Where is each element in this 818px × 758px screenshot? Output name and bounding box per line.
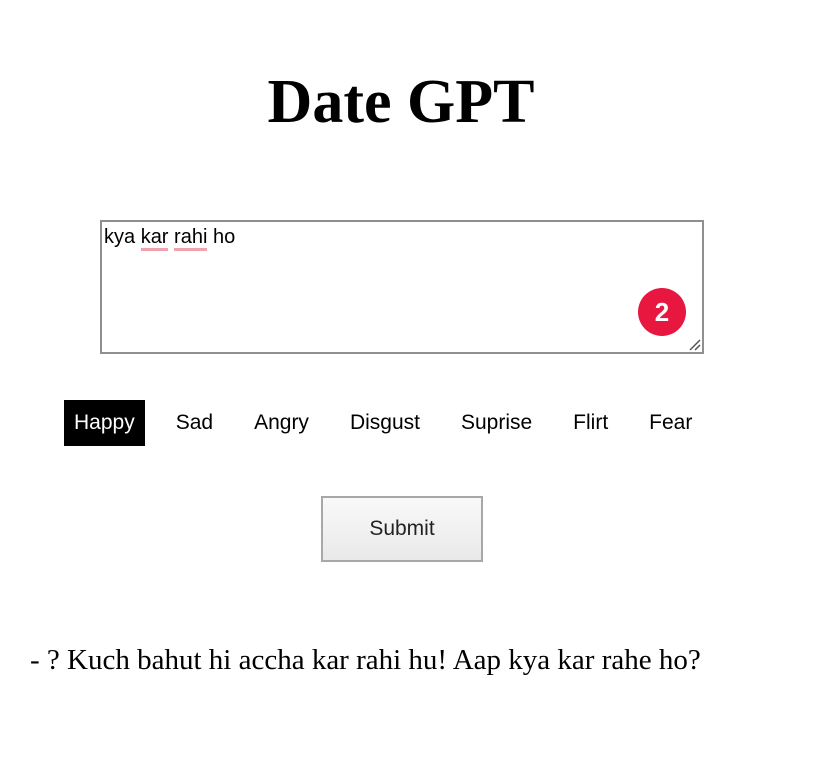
response-text: - ? Kuch bahut hi accha kar rahi hu! Aap… xyxy=(30,644,701,676)
emotion-fear[interactable]: Fear xyxy=(639,400,702,446)
message-textarea[interactable]: kya kar rahi ho 2 xyxy=(100,220,704,354)
emotion-selector: Happy Sad Angry Disgust Suprise Flirt Fe… xyxy=(64,400,723,446)
emotion-suprise[interactable]: Suprise xyxy=(451,400,542,446)
word-kya: kya xyxy=(104,226,136,248)
grammar-suggestions-badge[interactable]: 2 xyxy=(638,288,686,336)
word-ho: ho xyxy=(212,226,236,248)
resize-handle-icon[interactable] xyxy=(687,337,701,351)
emotion-sad[interactable]: Sad xyxy=(166,400,223,446)
emotion-flirt[interactable]: Flirt xyxy=(563,400,618,446)
message-text[interactable]: kya kar rahi ho xyxy=(104,225,236,251)
emotion-angry[interactable]: Angry xyxy=(244,400,319,446)
word-kar: kar xyxy=(140,226,169,251)
submit-button[interactable]: Submit xyxy=(321,496,483,562)
emotion-disgust[interactable]: Disgust xyxy=(340,400,430,446)
emotion-happy[interactable]: Happy xyxy=(64,400,145,446)
page-title: Date GPT xyxy=(267,68,535,136)
word-rahi: rahi xyxy=(174,226,208,251)
